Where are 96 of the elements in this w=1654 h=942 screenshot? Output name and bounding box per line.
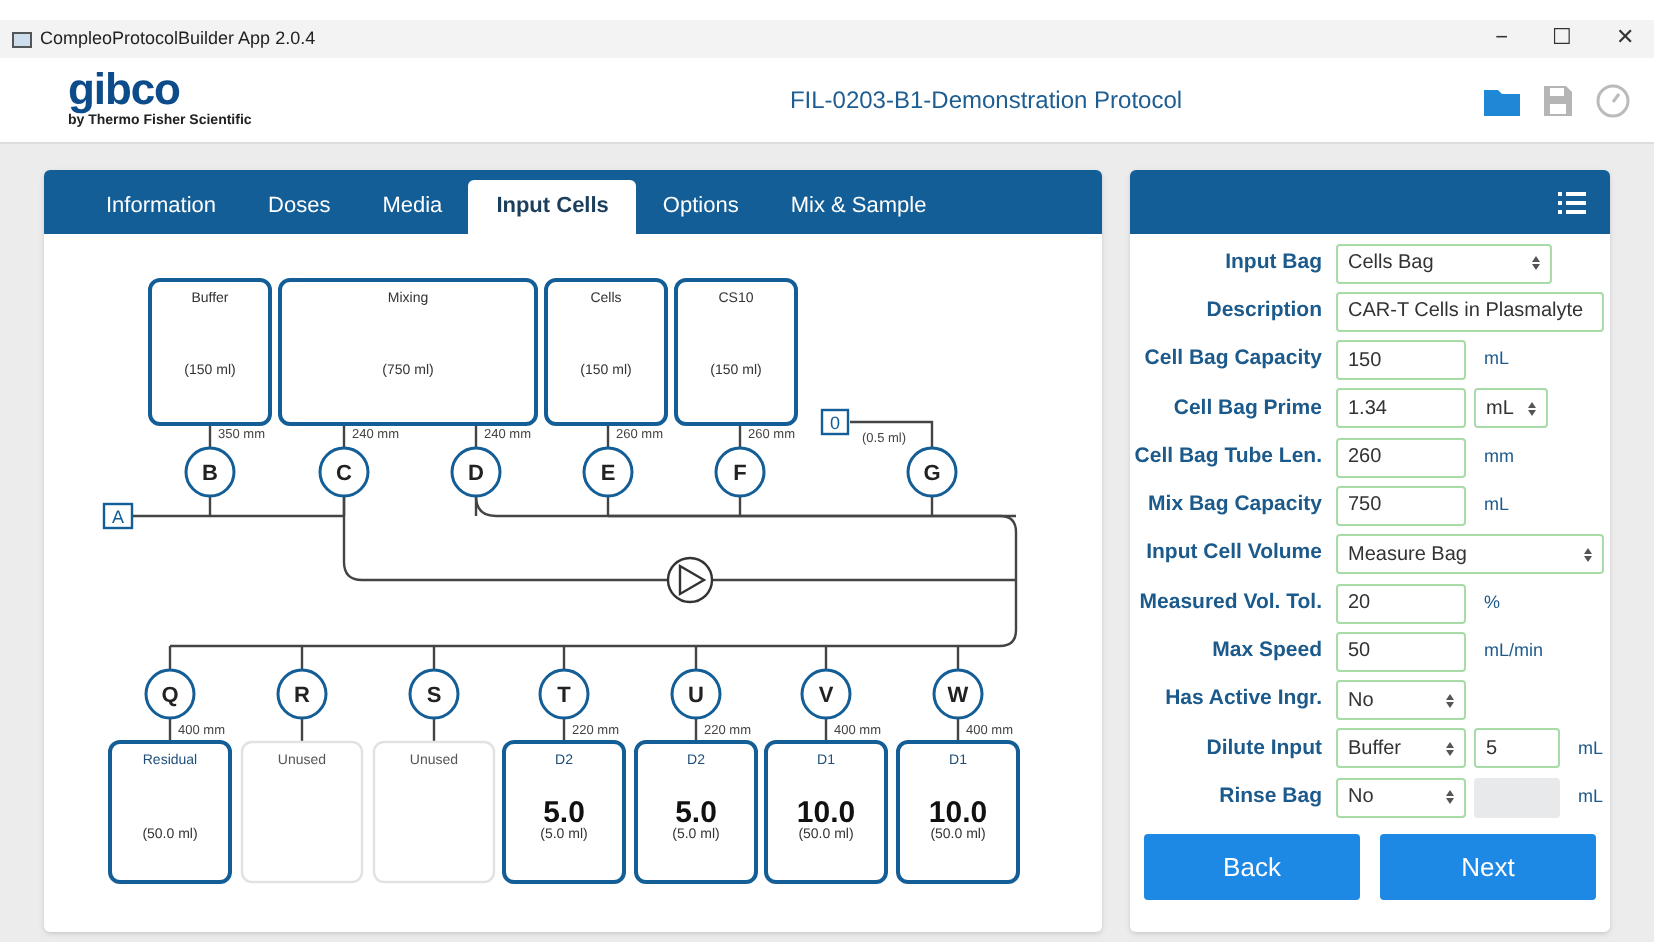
brand-logo: gibco [68,67,180,112]
empty-bag-card [372,740,496,884]
window-title: CompleoProtocolBuilder App 2.0.4 [40,25,316,52]
field-label: Input Bag [1223,247,1324,278]
tube-line [474,424,478,448]
tube-line [956,718,960,742]
input-field[interactable]: 1.34 [1336,388,1466,429]
input-field[interactable]: 750 [1336,485,1466,526]
tube-line [850,420,934,448]
app-icon [12,31,32,47]
tube-line [208,424,212,448]
back-button[interactable]: Back [1144,834,1360,901]
unit-label: mL [1578,735,1604,762]
unit-label: mL [1578,784,1604,811]
unit-label: % [1484,589,1501,616]
unit-dropdown[interactable]: mL [1474,388,1548,429]
close-button[interactable]: ✕ [1616,22,1634,56]
input-field[interactable]: 20 [1336,583,1466,624]
field-label: Max Speed [1210,636,1324,666]
port-node: S [408,668,460,720]
bag-card [634,740,758,884]
unit-label: mm [1484,443,1514,470]
bag-card [502,740,626,884]
tube-line [342,424,346,448]
dropdown[interactable]: No [1336,680,1466,721]
port-node: U [670,668,722,720]
maximize-button[interactable]: ☐ [1552,22,1572,56]
tube-line [738,424,742,448]
port-node: E [582,446,634,498]
updown-caret-icon[interactable] [1446,790,1454,805]
dose-value: 5.0 [675,796,717,830]
tab[interactable]: Information [80,180,243,234]
unit-label: mL/min [1484,638,1544,665]
tube-line [168,718,172,742]
field-label: Mix Bag Capacity [1146,490,1324,521]
connector-port: 0 [820,408,850,436]
port-node: W [932,668,984,720]
input-field[interactable]: 5 [1474,728,1560,769]
dropdown[interactable]: Cells Bag [1336,243,1552,283]
tube-line [694,718,698,742]
tube-line [300,718,304,742]
port-node: V [800,668,852,720]
minimize-button[interactable]: − [1495,22,1508,56]
tube-line [606,424,610,448]
empty-bag-card [240,740,364,884]
port-node: C [318,446,370,498]
field-label: Cell Bag Tube Len. [1132,441,1324,472]
updown-caret-icon[interactable] [1532,256,1540,270]
updown-caret-icon[interactable] [1528,401,1536,416]
field-label: Cell Bag Prime [1171,393,1324,424]
tab[interactable]: Media [356,180,469,234]
dropdown[interactable]: Measure Bag [1336,534,1604,575]
port-node: Q [144,668,196,720]
input-field[interactable]: CAR-T Cells in Plasmalyte [1336,291,1604,332]
field-label: Description [1204,295,1324,326]
field-label: Input Cell Volume [1144,538,1324,569]
tab[interactable]: Mix & Sample [764,180,953,234]
field-label: Measured Vol. Tol. [1137,587,1324,618]
unit-label: mL [1484,346,1510,373]
tube-line [824,718,828,742]
unit-label: mL [1484,492,1510,519]
dose-value: 5.0 [543,796,585,830]
bag-card [764,740,888,884]
field-label: Cell Bag Capacity [1142,344,1324,375]
dose-value: 10.0 [928,796,988,830]
updown-caret-icon[interactable] [1446,741,1454,756]
tube-line [562,718,566,742]
tab[interactable]: Doses [242,180,357,234]
port-node: G [906,446,958,498]
list-menu-icon[interactable] [1558,191,1586,213]
field-label: Dilute Input [1204,733,1324,764]
port-node: B [184,446,236,498]
port-node: D [450,446,502,498]
next-button[interactable]: Next [1380,834,1596,901]
dropdown[interactable]: Buffer [1336,728,1466,769]
bag-card [108,740,232,884]
tab[interactable]: Options [636,180,765,234]
field-label: Has Active Ingr. [1163,684,1324,715]
input-field[interactable]: 260 [1336,437,1466,478]
bag-card [896,740,1020,884]
updown-caret-icon[interactable] [1584,547,1592,562]
field-label: Rinse Bag [1217,781,1324,812]
protocol-title: FIL-0203-B1-Demonstration Protocol [787,84,1185,118]
port-node: T [538,668,590,720]
dose-value: 10.0 [796,796,856,830]
port-node: F [714,446,766,498]
input-field[interactable]: 50 [1336,631,1466,672]
folder-icon[interactable] [1484,85,1520,115]
input-field[interactable]: 150 [1336,340,1466,381]
tab[interactable]: Input Cells [468,180,637,234]
pump-icon [666,556,714,604]
tube-line [432,718,436,742]
port-node: R [276,668,328,720]
dropdown[interactable]: No [1336,777,1466,818]
updown-caret-icon[interactable] [1446,693,1454,708]
connector-port: A [102,502,134,530]
